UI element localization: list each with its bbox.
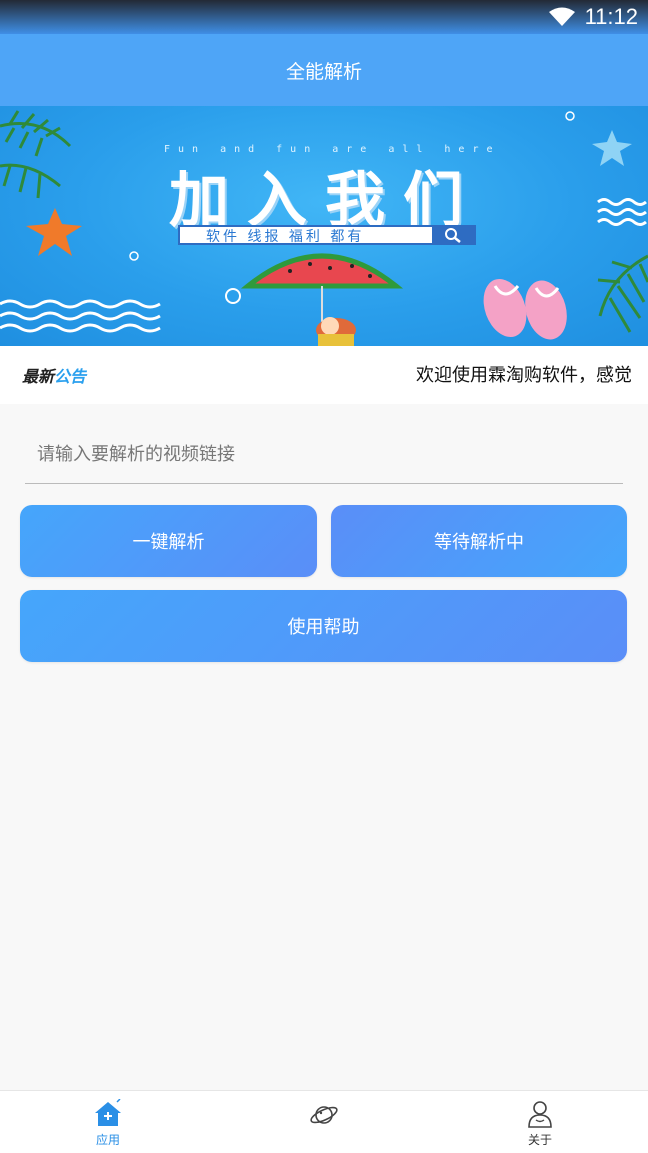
watermelon-umbrella bbox=[240, 253, 404, 289]
tab-discover[interactable] bbox=[264, 1091, 384, 1153]
banner-search-button bbox=[432, 225, 476, 245]
tab-about-label: 关于 bbox=[527, 1133, 552, 1147]
tab-home[interactable]: 应用 bbox=[48, 1091, 168, 1153]
tab-home-label: 应用 bbox=[95, 1133, 120, 1147]
starfish-icon bbox=[592, 130, 632, 166]
help-button[interactable]: 使用帮助 bbox=[20, 590, 627, 662]
palm-leaf-icon bbox=[0, 110, 72, 199]
planet-icon bbox=[310, 1106, 338, 1124]
banner-search-box: 软件 线报 福利 都有 bbox=[178, 225, 476, 245]
user-icon bbox=[528, 1101, 552, 1128]
video-link-field bbox=[25, 426, 623, 486]
flip-flops-icon bbox=[483, 278, 567, 340]
status-time: 11:12 bbox=[584, 4, 638, 29]
video-link-input[interactable] bbox=[25, 426, 623, 484]
tab-about[interactable]: 关于 bbox=[480, 1091, 600, 1153]
wave-decoration bbox=[0, 299, 161, 333]
waiting-button[interactable]: 等待解析中 bbox=[331, 505, 627, 577]
search-icon bbox=[445, 228, 461, 243]
page-title: 全能解析 bbox=[285, 60, 362, 83]
notice-text: 欢迎使用霖淘购软件，感觉 bbox=[416, 365, 632, 386]
promo-banner[interactable]: Fun and fun are all here 加入我们 软件 线报 福利 都… bbox=[0, 106, 648, 346]
wave-decoration bbox=[597, 198, 647, 226]
bottom-tabbar: 应用 关于 bbox=[0, 1090, 648, 1153]
notice-bar[interactable]: 最新公告 欢迎使用霖淘购软件，感觉 bbox=[0, 346, 648, 404]
app-header: 全能解析 bbox=[0, 34, 648, 106]
palm-leaf-icon bbox=[597, 254, 648, 333]
parse-button[interactable]: 一键解析 bbox=[20, 505, 317, 577]
starfish-icon bbox=[26, 208, 82, 256]
status-bar: 11:12 bbox=[0, 0, 648, 34]
home-icon bbox=[95, 1099, 121, 1126]
banner-search-text: 软件 线报 福利 都有 bbox=[206, 229, 365, 245]
wifi-icon bbox=[549, 7, 575, 26]
notice-label: 最新公告 bbox=[22, 367, 87, 386]
